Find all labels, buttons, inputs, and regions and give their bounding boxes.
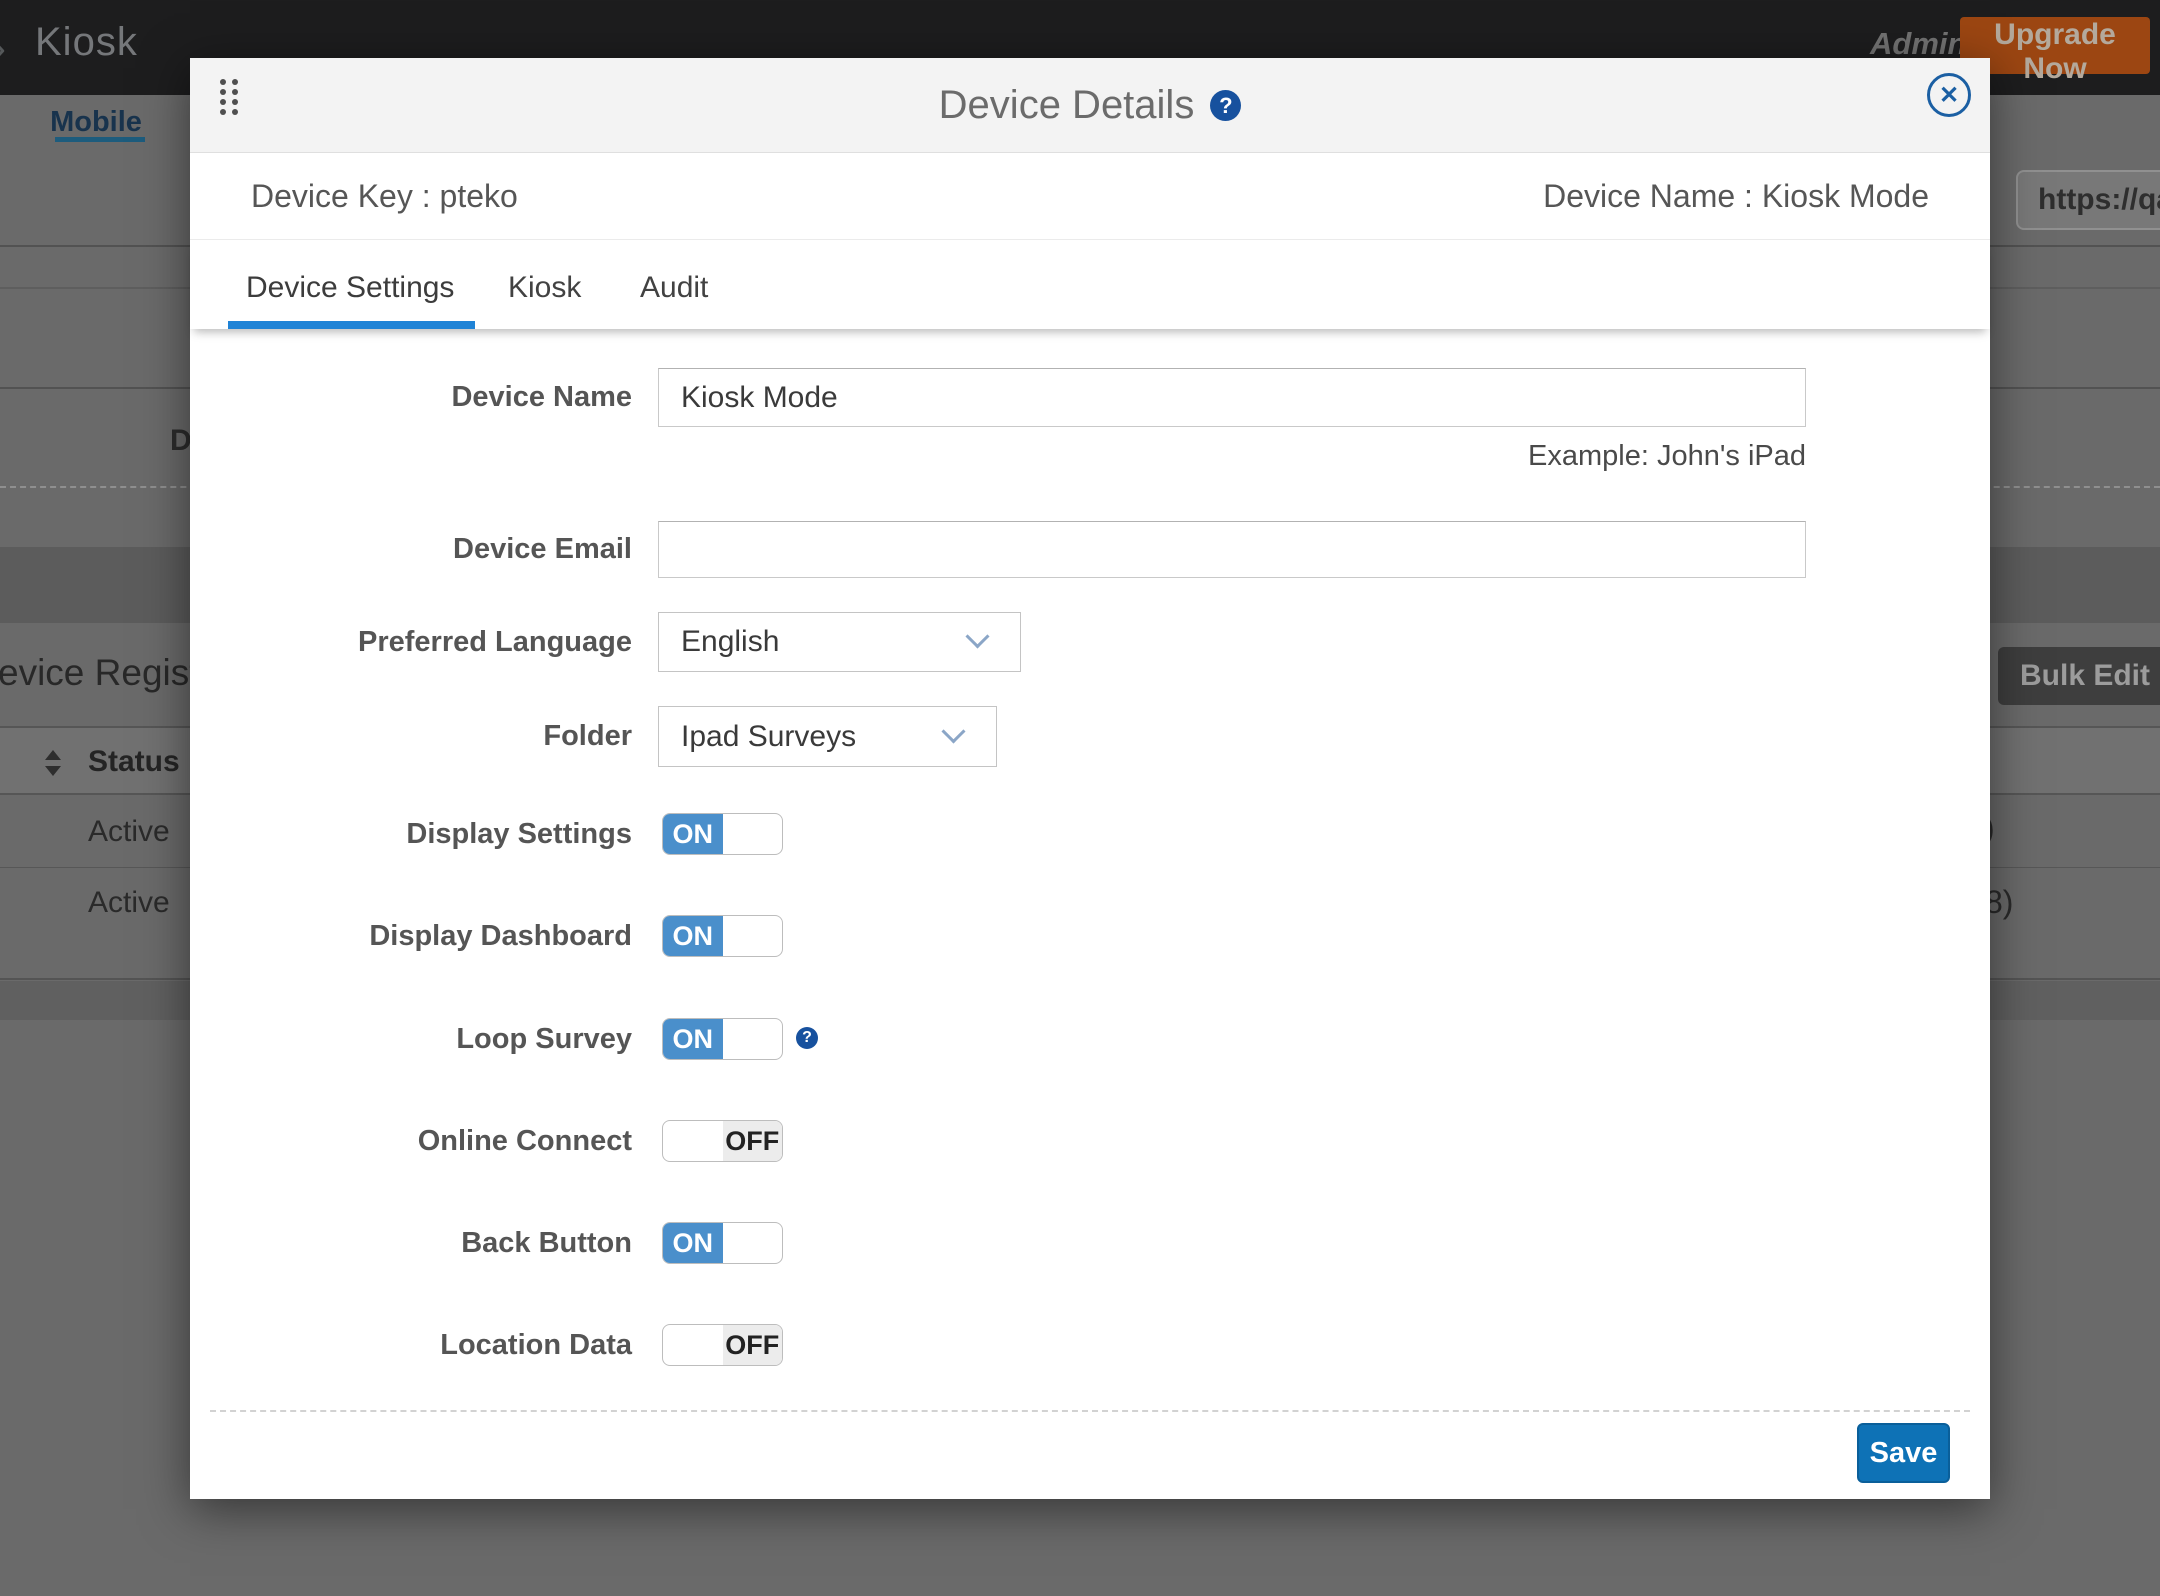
toggle-on-segment: ON — [663, 916, 723, 956]
online-connect-toggle[interactable]: ON OFF — [662, 1120, 783, 1162]
toggle-off-segment: OFF — [723, 1121, 783, 1161]
table-row-status: Active — [88, 815, 170, 849]
preferred-language-value: English — [681, 625, 779, 659]
device-registration-heading: evice Registr — [0, 652, 212, 694]
table-row-status: Active — [88, 886, 170, 920]
device-name-row: Device Name — [190, 368, 1990, 427]
screen: › Kiosk Admin Upgrade Now Mobile https:/… — [0, 0, 2160, 1596]
breadcrumb-chevron-icon: › — [0, 24, 6, 72]
tab-audit[interactable]: Audit — [640, 271, 708, 305]
device-key-text: Device Key : pteko — [251, 178, 518, 215]
modal-tab-bar: Device Settings Kiosk Audit — [190, 240, 1990, 329]
device-email-row: Device Email — [190, 521, 1990, 578]
display-settings-row: Display Settings ON OFF — [190, 813, 1990, 855]
footer-dashed-divider — [210, 1410, 1970, 1412]
online-connect-label: Online Connect — [190, 1120, 632, 1162]
tab-mobile[interactable]: Mobile — [40, 106, 152, 139]
admin-link[interactable]: Admin — [1870, 26, 1966, 62]
device-identity-row: Device Key : pteko Device Name : Kiosk M… — [190, 153, 1990, 240]
modal-header: Device Details ? ✕ — [190, 58, 1990, 153]
tab-device-settings[interactable]: Device Settings — [246, 271, 454, 305]
folder-row: Folder Ipad Surveys — [190, 706, 1990, 767]
location-data-row: Location Data ON OFF — [190, 1324, 1990, 1366]
display-settings-toggle[interactable]: ON OFF — [662, 813, 783, 855]
location-data-toggle[interactable]: ON OFF — [662, 1324, 783, 1366]
display-dashboard-toggle[interactable]: ON OFF — [662, 915, 783, 957]
location-data-label: Location Data — [190, 1324, 632, 1366]
display-dashboard-label: Display Dashboard — [190, 915, 632, 957]
mobile-tab-underline — [55, 137, 145, 142]
preferred-language-label: Preferred Language — [190, 612, 632, 672]
toggle-off-segment: OFF — [723, 1325, 783, 1365]
active-tab-underline — [228, 321, 475, 329]
device-email-input[interactable] — [658, 521, 1806, 578]
tab-kiosk[interactable]: Kiosk — [508, 271, 581, 305]
help-icon[interactable]: ? — [1210, 90, 1241, 121]
toggle-on-segment: ON — [663, 1223, 723, 1263]
status-column-header[interactable]: Status — [88, 745, 180, 779]
close-icon[interactable]: ✕ — [1927, 73, 1971, 117]
bulk-edit-devices-button[interactable]: Bulk Edit Dev — [1998, 647, 2160, 705]
survey-url-field[interactable]: https://qa.c — [2016, 170, 2160, 230]
device-email-label: Device Email — [190, 521, 632, 578]
folder-label: Folder — [190, 706, 632, 767]
save-button[interactable]: Save — [1857, 1423, 1950, 1483]
online-connect-row: Online Connect ON OFF — [190, 1120, 1990, 1162]
page-title: Kiosk — [35, 20, 138, 65]
chevron-down-icon — [965, 624, 989, 648]
toggle-on-segment: ON — [663, 1019, 723, 1059]
loop-survey-help-icon[interactable]: ? — [796, 1027, 818, 1049]
folder-value: Ipad Surveys — [681, 720, 856, 754]
preferred-language-select[interactable]: English — [658, 612, 1021, 672]
loop-survey-label: Loop Survey — [190, 1018, 632, 1060]
device-name-label: Device Name — [190, 368, 632, 427]
device-name-text: Device Name : Kiosk Mode — [1543, 178, 1929, 215]
device-name-helper-text: Example: John's iPad — [658, 440, 1806, 473]
back-button-toggle[interactable]: ON OFF — [662, 1222, 783, 1264]
folder-select[interactable]: Ipad Surveys — [658, 706, 997, 767]
toggle-on-segment: ON — [663, 814, 723, 854]
back-button-label: Back Button — [190, 1222, 632, 1264]
device-details-modal: Device Details ? ✕ Device Key : pteko De… — [190, 58, 1990, 1499]
modal-title: Device Details — [939, 83, 1195, 128]
display-dashboard-row: Display Dashboard ON OFF — [190, 915, 1990, 957]
display-settings-label: Display Settings — [190, 813, 632, 855]
back-button-row: Back Button ON OFF — [190, 1222, 1990, 1264]
loop-survey-row: Loop Survey ON OFF ? — [190, 1018, 1990, 1060]
device-name-input[interactable] — [658, 368, 1806, 427]
loop-survey-toggle[interactable]: ON OFF — [662, 1018, 783, 1060]
preferred-language-row: Preferred Language English — [190, 612, 1990, 672]
sort-icon[interactable] — [45, 750, 61, 776]
chevron-down-icon — [941, 719, 965, 743]
